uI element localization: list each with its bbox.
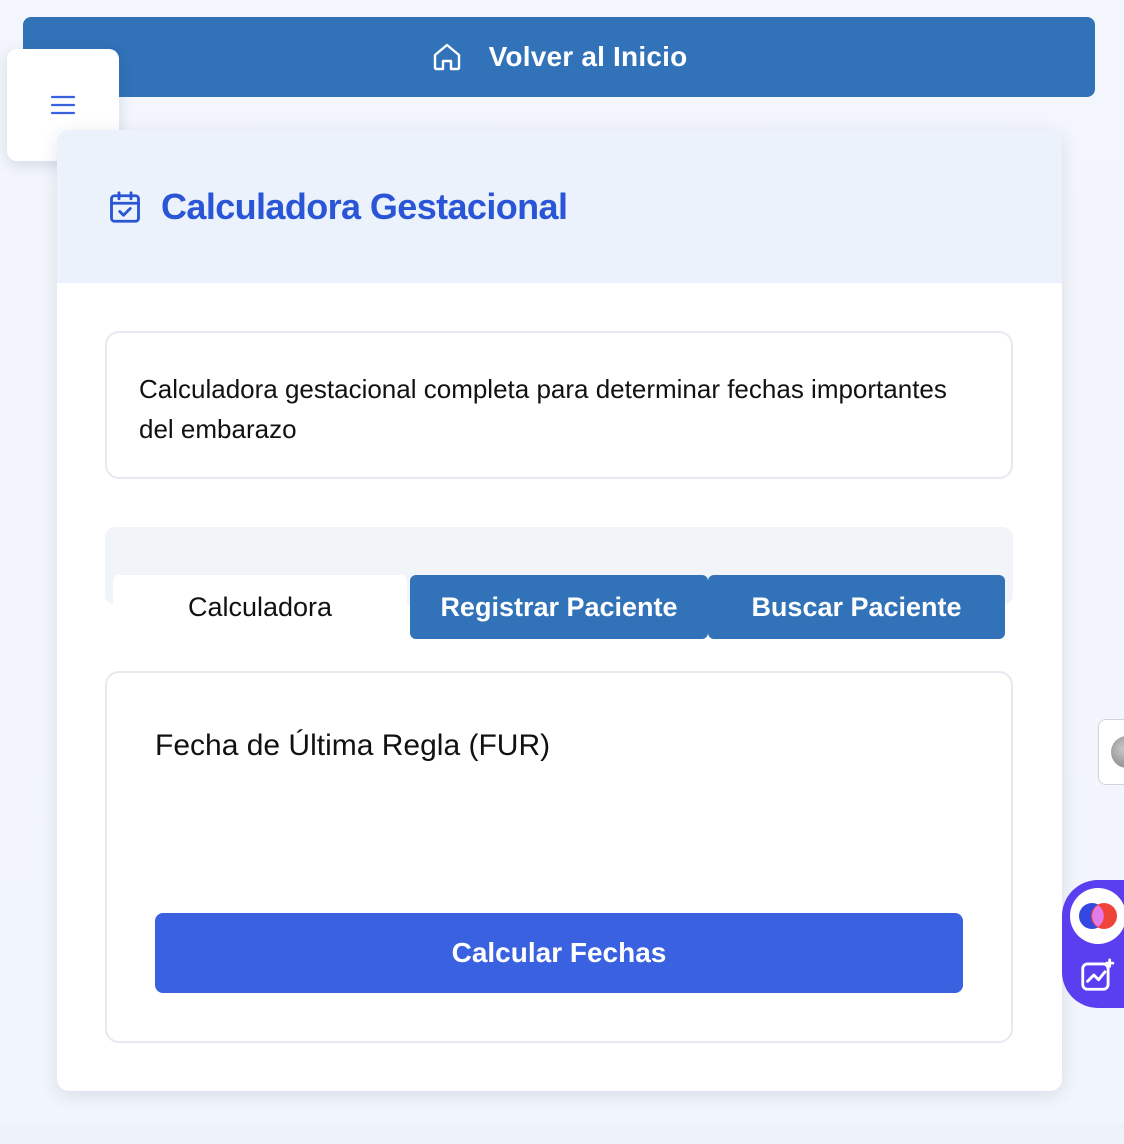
description-text: Calculadora gestacional completa para de… bbox=[139, 374, 947, 444]
page-bottom-strip bbox=[0, 1124, 1124, 1144]
card-header: Calculadora Gestacional bbox=[57, 130, 1062, 283]
home-icon bbox=[433, 43, 460, 71]
tab-calculadora[interactable]: Calculadora bbox=[113, 575, 407, 639]
fur-label: Fecha de Última Regla (FUR) bbox=[155, 729, 551, 762]
calendar-check-icon bbox=[110, 190, 140, 223]
assistant-extension-widget[interactable] bbox=[1062, 880, 1124, 1008]
chart-sparkle-icon[interactable] bbox=[1078, 956, 1116, 994]
home-button[interactable]: Volver al Inicio bbox=[23, 17, 1095, 97]
side-panel-knob-icon bbox=[1111, 736, 1124, 768]
hamburger-menu-icon bbox=[50, 95, 76, 115]
calculator-card: Calculadora Gestacional Calculadora gest… bbox=[57, 130, 1062, 1091]
page-title: Calculadora Gestacional bbox=[161, 185, 568, 227]
side-panel-tab[interactable] bbox=[1098, 719, 1124, 785]
home-button-label: Volver al Inicio bbox=[488, 41, 688, 72]
calculator-form: Fecha de Última Regla (FUR) Calcular Fec… bbox=[105, 671, 1013, 1043]
description-box: Calculadora gestacional completa para de… bbox=[105, 331, 1013, 479]
assistant-logo-icon[interactable] bbox=[1070, 888, 1124, 944]
tab-buscar-paciente[interactable]: Buscar Paciente bbox=[708, 575, 1005, 639]
calculate-dates-button[interactable]: Calcular Fechas bbox=[155, 913, 963, 993]
tab-registrar-paciente[interactable]: Registrar Paciente bbox=[410, 575, 708, 639]
